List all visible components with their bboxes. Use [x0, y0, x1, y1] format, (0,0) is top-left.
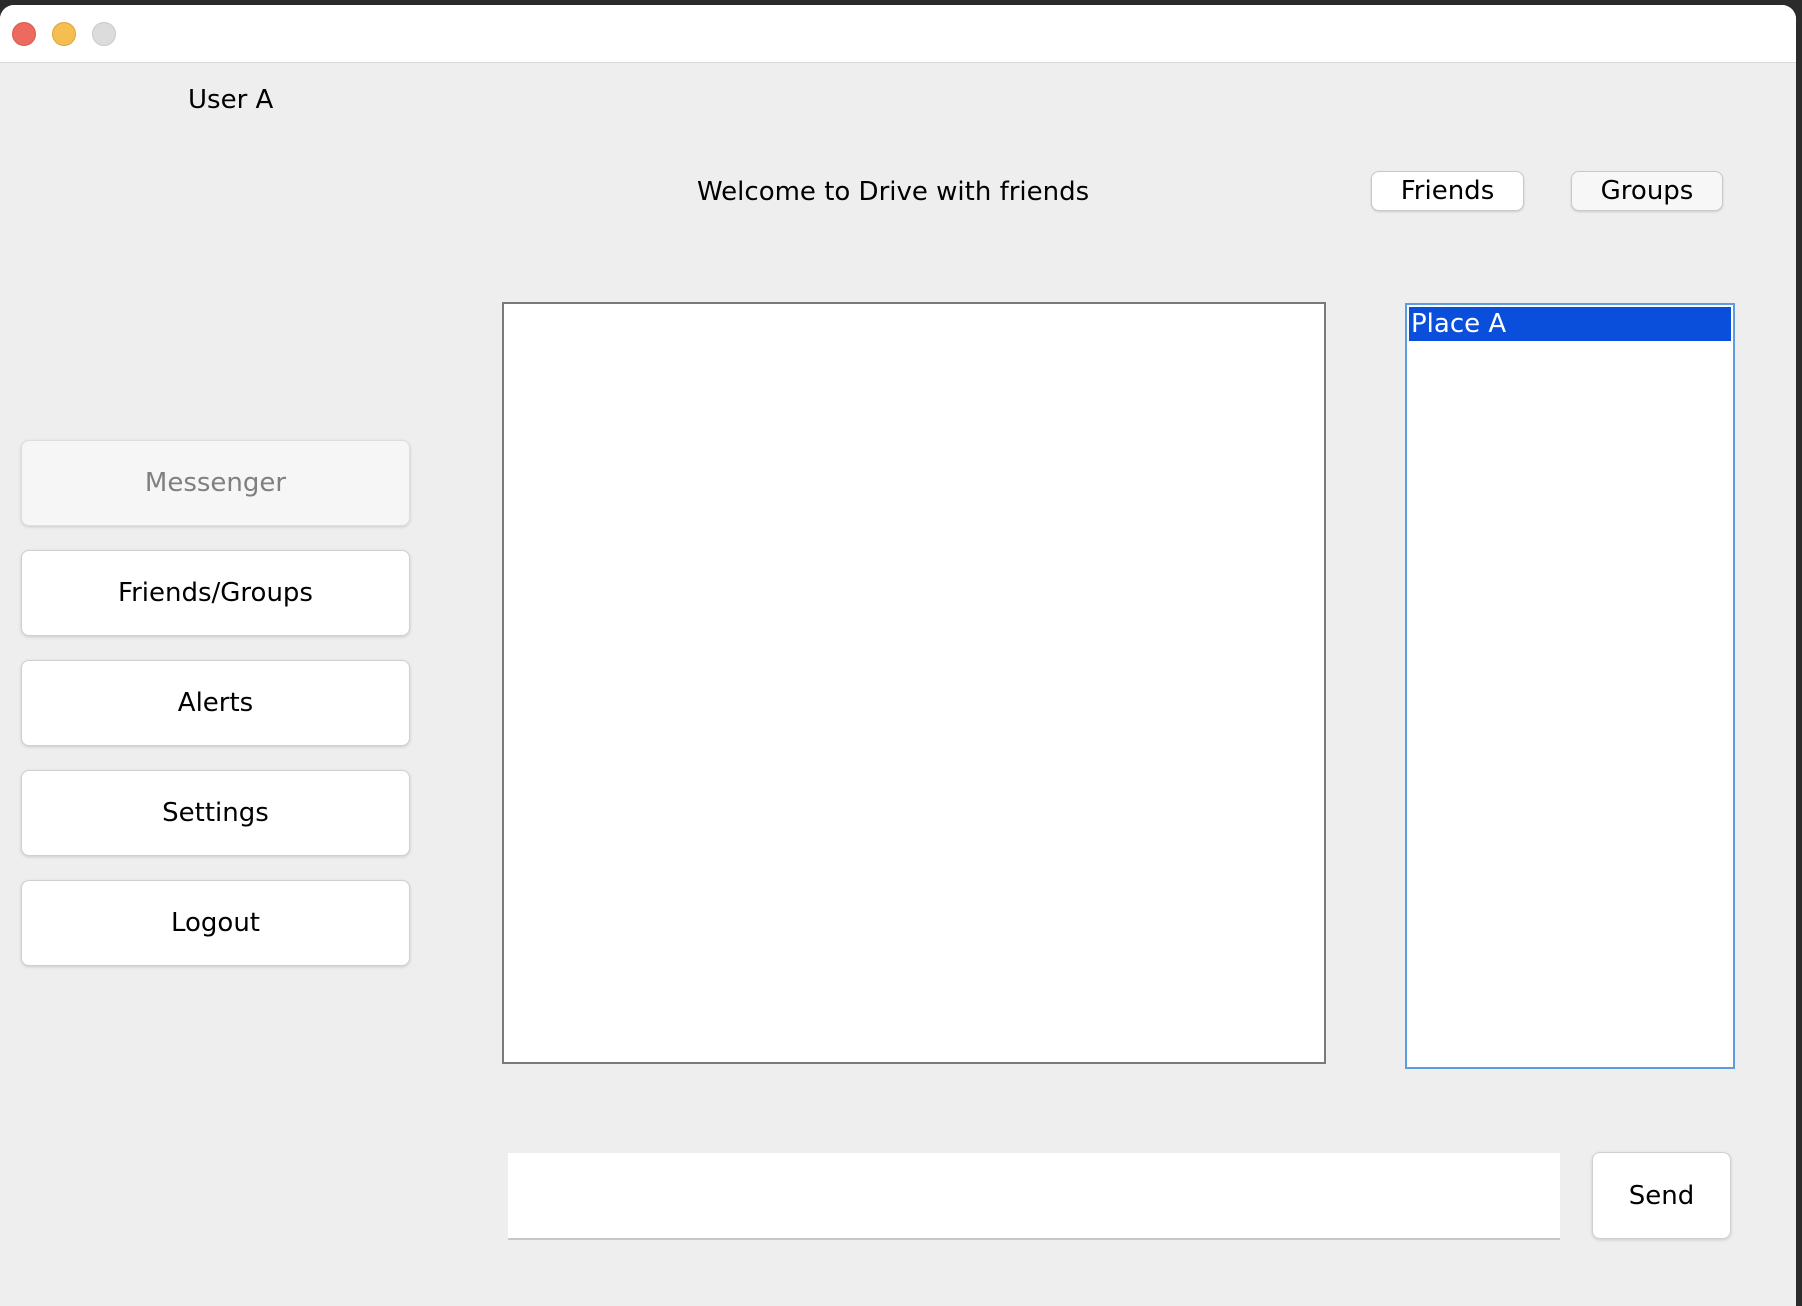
logout-button[interactable]: Logout — [21, 880, 410, 966]
title-bar — [0, 5, 1796, 63]
send-button[interactable]: Send — [1592, 1152, 1731, 1239]
list-item-place-a[interactable]: Place A — [1409, 307, 1731, 341]
app-window: User A Welcome to Drive with friends Fri… — [0, 5, 1796, 1306]
current-user-label: User A — [188, 85, 274, 115]
welcome-title: Welcome to Drive with friends — [697, 177, 1090, 207]
friends-groups-button[interactable]: Friends/Groups — [21, 550, 410, 636]
message-display-area[interactable] — [502, 302, 1326, 1064]
friends-button[interactable]: Friends — [1371, 171, 1524, 211]
places-list[interactable]: Place A — [1405, 303, 1735, 1069]
maximize-icon[interactable] — [92, 22, 116, 46]
message-input[interactable] — [508, 1153, 1560, 1240]
groups-button[interactable]: Groups — [1571, 171, 1723, 211]
alerts-button[interactable]: Alerts — [21, 660, 410, 746]
minimize-icon[interactable] — [52, 22, 76, 46]
close-icon[interactable] — [12, 22, 36, 46]
settings-button[interactable]: Settings — [21, 770, 410, 856]
messenger-button: Messenger — [21, 440, 410, 526]
